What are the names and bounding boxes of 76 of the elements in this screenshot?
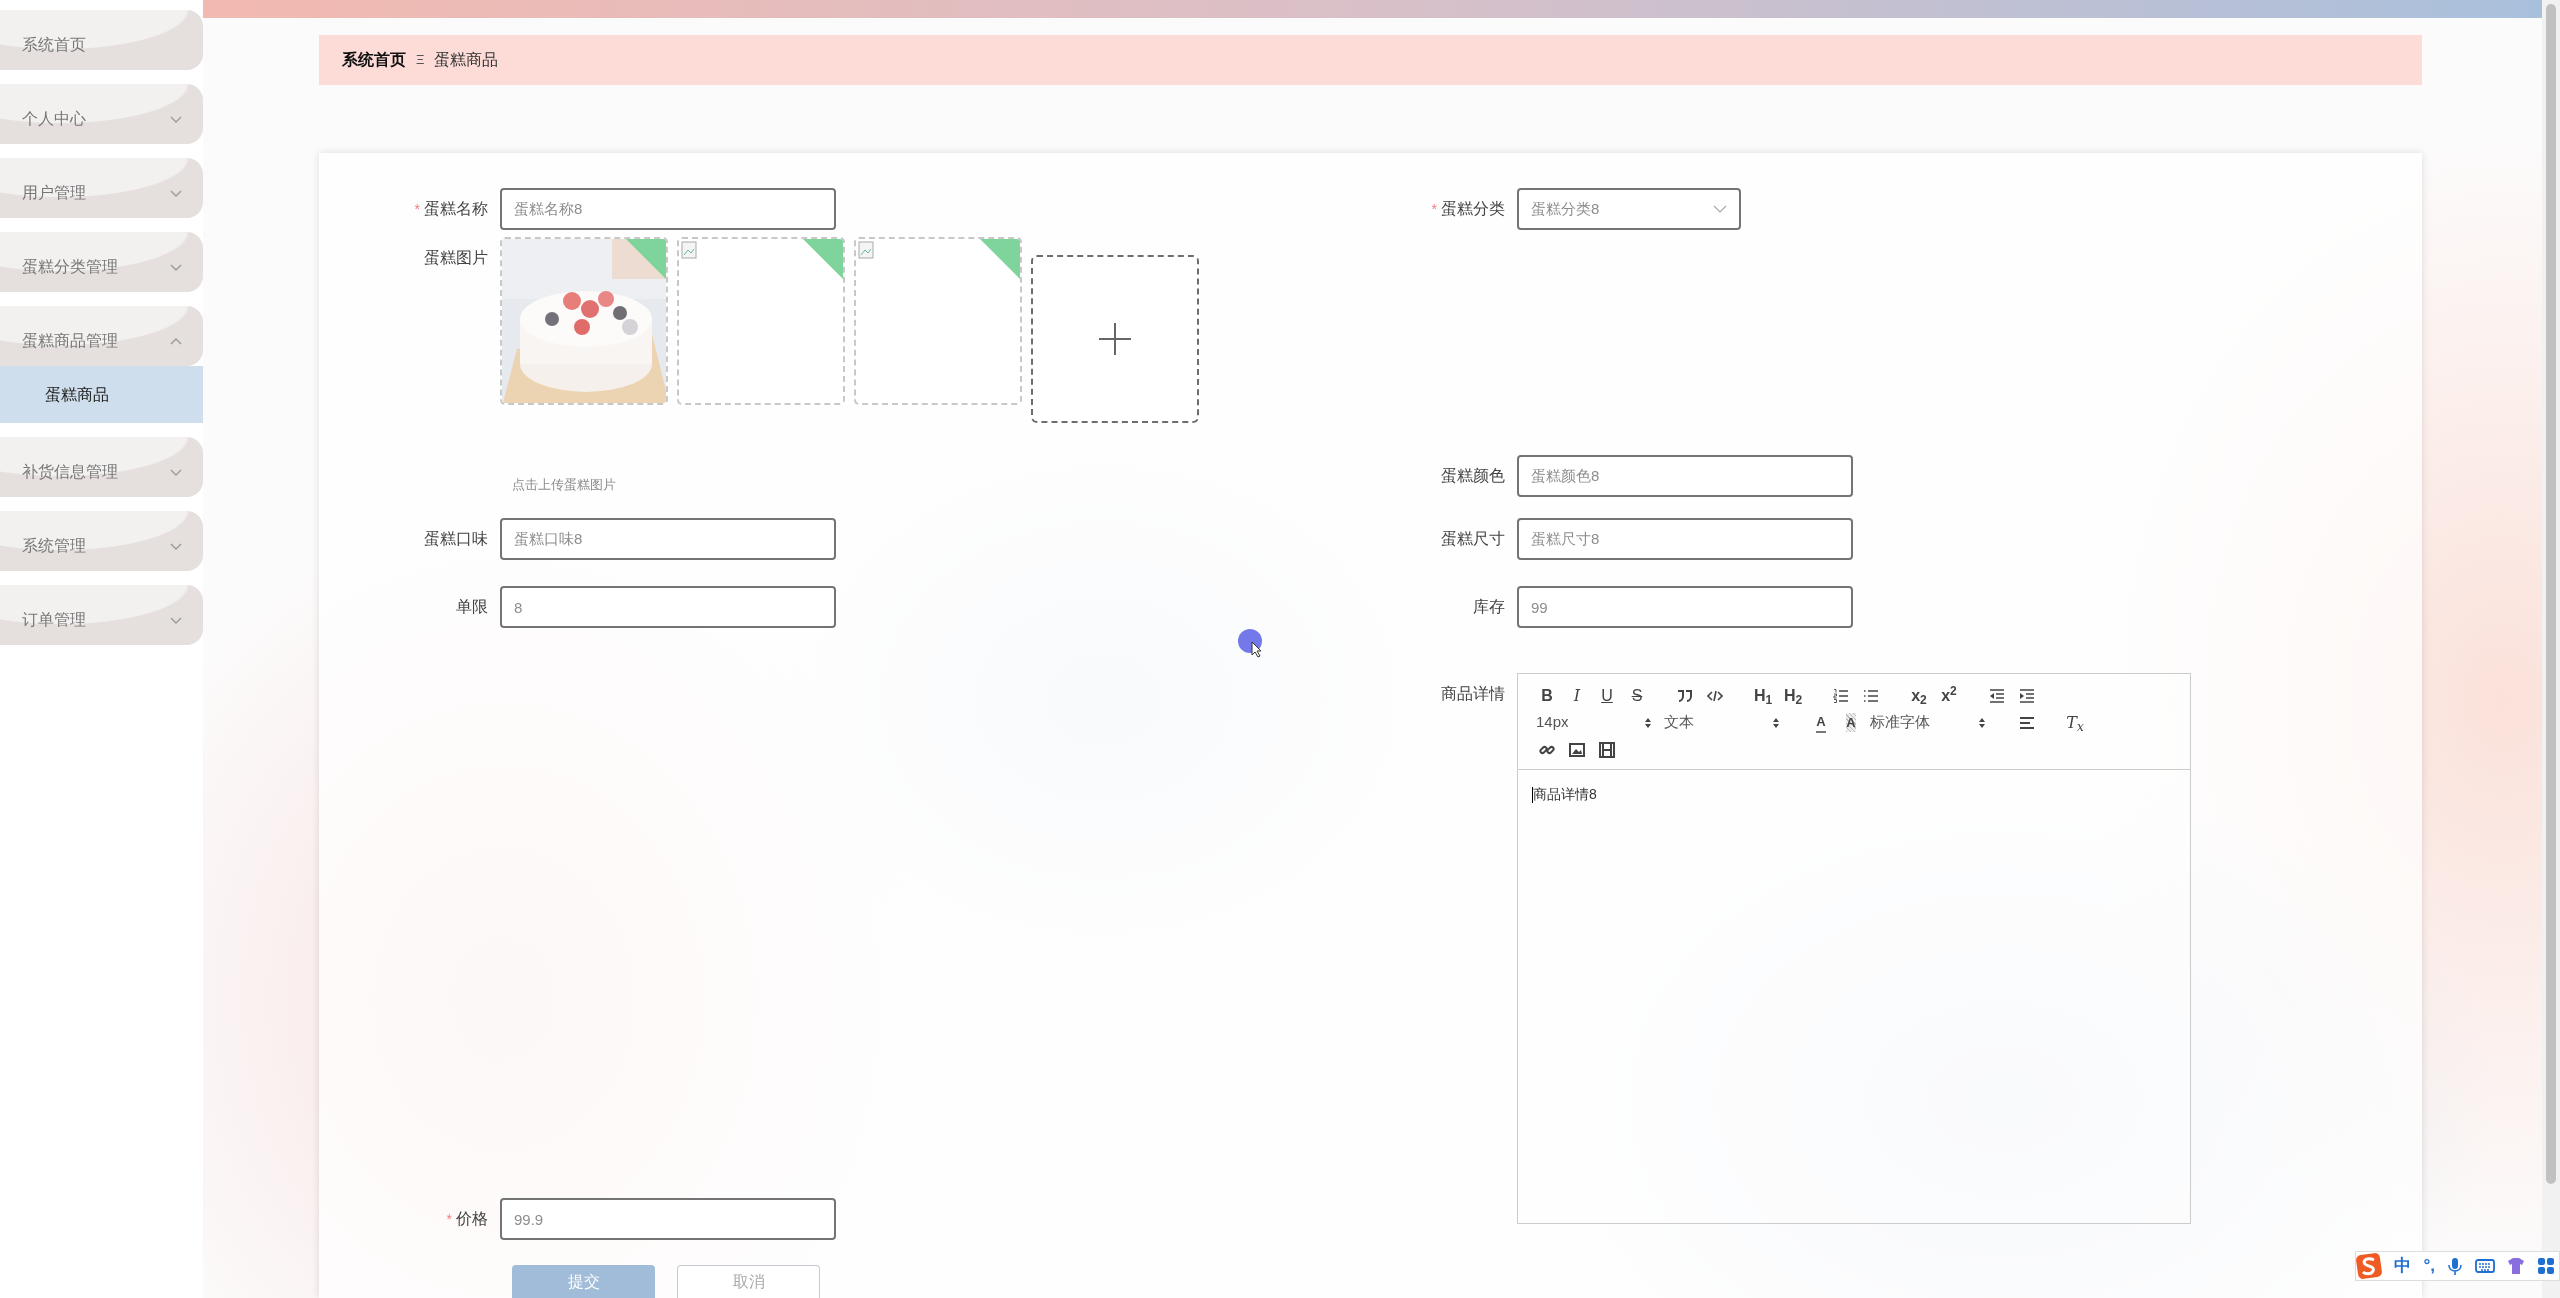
field-label: 蛋糕图片 [424, 248, 488, 268]
video-icon [1599, 741, 1615, 758]
quote-icon [1677, 687, 1693, 704]
menu-item[interactable]: 系统管理 [22, 534, 86, 558]
script-button[interactable]: x$_{2}$ [1904, 682, 1934, 709]
italic-button[interactable]: I [1562, 682, 1592, 709]
required-mark: * [1431, 199, 1437, 219]
menu-item[interactable]: 用户管理 [22, 181, 86, 205]
microphone-icon[interactable] [2447, 1256, 2463, 1276]
text-input[interactable]: 8 [500, 586, 836, 628]
text-caret [1532, 787, 1533, 804]
text-input[interactable]: 蛋糕名称8 [500, 188, 836, 230]
dropdown-select[interactable]: 文本 [1660, 709, 1788, 736]
editor-text: 商品详情8 [1533, 786, 1597, 802]
strikethrough-button[interactable]: S [1622, 682, 1652, 709]
image-thumbnail[interactable] [854, 237, 1022, 405]
chevron-down-icon [1713, 204, 1727, 214]
select-field[interactable]: 蛋糕分类8 [1517, 188, 1741, 230]
menu-item[interactable]: 补货信息管理 [22, 460, 118, 484]
script-button[interactable]: x$^{2}$ [1934, 682, 1964, 709]
image-thumbnail[interactable] [677, 237, 845, 405]
upload-button[interactable] [1031, 255, 1199, 423]
field-label: 蛋糕颜色 [1441, 466, 1505, 486]
s-logo-icon[interactable] [2356, 1252, 2383, 1280]
ordered-list-icon [1833, 687, 1849, 704]
broken-image-icon [681, 241, 697, 259]
keyboard-icon[interactable] [2475, 1258, 2495, 1274]
field-label: 商品详情 [1441, 684, 1505, 704]
sort-icon [1644, 716, 1652, 729]
background-color-button[interactable]: A [1836, 709, 1866, 736]
bold-button[interactable]: B [1532, 682, 1562, 709]
upload-hint: 点击上传蛋糕图片 [512, 476, 616, 494]
submenu-item[interactable]: 蛋糕商品 [0, 366, 203, 423]
indent-icon [2019, 687, 2035, 704]
sort-icon [1978, 716, 1986, 729]
required-mark: * [414, 199, 420, 219]
outdent-icon [1989, 687, 2005, 704]
shirt-icon[interactable] [2507, 1257, 2525, 1275]
menu-item[interactable]: 蛋糕分类管理 [22, 255, 118, 279]
menu-item[interactable]: 系统首页 [22, 33, 86, 57]
menu-item[interactable]: 蛋糕商品管理 [22, 329, 118, 353]
text-input[interactable]: 蛋糕尺寸8 [1517, 518, 1853, 560]
bullet-list-icon [1863, 687, 1879, 704]
grid-icon[interactable] [2537, 1257, 2555, 1275]
clear-format-button[interactable]: T$_{x}$ [2060, 709, 2090, 736]
field-label: 蛋糕尺寸 [1441, 529, 1505, 549]
field-label: 单限 [456, 597, 488, 617]
dropdown-select[interactable]: 标准字体 [1866, 709, 1994, 736]
ime-label[interactable]: 中 [2394, 1253, 2412, 1279]
menu-item[interactable]: 个人中心 [22, 107, 86, 131]
scrollbar[interactable] [2542, 0, 2560, 1298]
align-left-icon [2019, 714, 2035, 731]
field-label: 蛋糕口味 [424, 529, 488, 549]
field-label: 蛋糕分类 [1441, 199, 1505, 219]
text-input[interactable]: 99.9 [500, 1198, 836, 1240]
sort-icon [1772, 716, 1780, 729]
text-input[interactable]: 99 [1517, 586, 1853, 628]
plus-icon [1099, 323, 1131, 355]
heading-button[interactable]: H$_{1}$ [1748, 682, 1778, 709]
required-mark: * [446, 1209, 452, 1229]
rich-text-editor[interactable]: B I U S H$_{1}$ H$_{2}$ x$_{2}$ x$^{2}$ 14px 文本 A A 标准字体 T$_{x}$ 商品详情8 [1517, 673, 2191, 1224]
menu-item[interactable]: 订单管理 [22, 608, 86, 632]
field-label: 蛋糕名称 [424, 199, 488, 219]
breadcrumb-separator: Ξ [416, 51, 425, 70]
broken-image-icon [858, 241, 874, 259]
text-input[interactable]: 蛋糕口味8 [500, 518, 836, 560]
breadcrumb-link[interactable]: 系统首页 [342, 48, 406, 72]
image-icon [1569, 741, 1585, 758]
field-label: 价格 [456, 1209, 488, 1229]
dropdown-select[interactable]: 14px [1532, 709, 1660, 736]
heading-button[interactable]: H$_{2}$ [1778, 682, 1808, 709]
ime-label[interactable]: °, [2423, 1253, 2435, 1279]
underline-button[interactable]: U [1592, 682, 1622, 709]
field-label: 库存 [1473, 597, 1505, 617]
text-color-button[interactable]: A [1806, 709, 1836, 736]
text-input[interactable]: 蛋糕颜色8 [1517, 455, 1853, 497]
